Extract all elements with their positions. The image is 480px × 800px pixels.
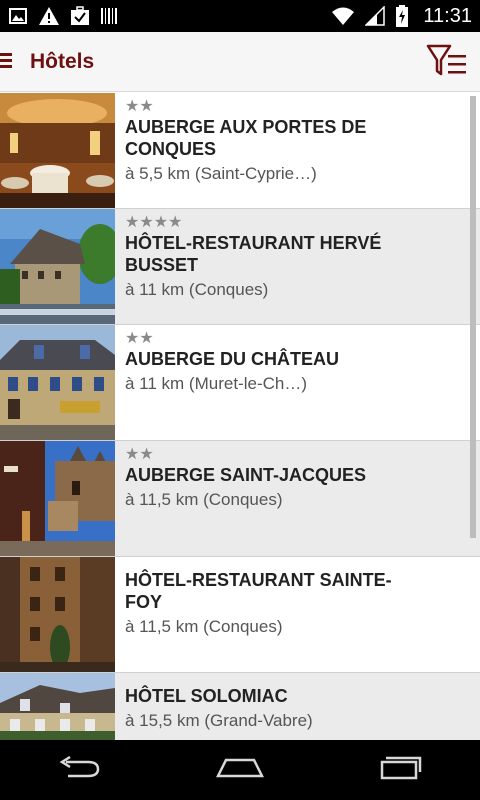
barcode-icon — [100, 6, 118, 26]
hotel-name: AUBERGE DU CHÂTEAU — [125, 349, 340, 369]
hotel-distance: à 15,5 km (Grand-Vabre) — [125, 711, 313, 730]
hotel-name: AUBERGE AUX PORTES DE CONQUES — [125, 117, 367, 159]
navigation-bar — [0, 740, 480, 800]
hotel-list[interactable]: ★★ AUBERGE AUX PORTES DE CONQUES à 5,5 k… — [0, 93, 480, 740]
hotel-distance: à 11 km (Muret-le-Ch…) — [125, 374, 307, 393]
filter-list-icon — [426, 44, 468, 86]
menu-icon — [0, 50, 14, 74]
recent-apps-icon — [378, 756, 422, 784]
hotel-photo — [0, 673, 115, 740]
hotel-distance: à 5,5 km (Saint-Cyprie…) — [125, 164, 317, 183]
home-icon — [215, 756, 265, 784]
filter-button[interactable] — [426, 42, 468, 82]
scrollbar[interactable] — [470, 96, 476, 538]
hotel-name: HÔTEL-RESTAURANT HERVÉ BUSSET — [125, 233, 382, 275]
list-item[interactable]: ★★ AUBERGE DU CHÂTEAU à 11 km (Muret-le-… — [0, 325, 480, 441]
hotel-photo — [0, 209, 115, 324]
hotel-photo — [0, 93, 115, 208]
hotel-name: AUBERGE SAINT-JACQUES — [125, 465, 367, 485]
hotel-distance: à 11,5 km (Conques) — [125, 617, 283, 636]
status-bar: 11:31 — [0, 0, 480, 32]
hotel-photo — [0, 441, 115, 556]
hotel-distance: à 11,5 km (Conques) — [125, 490, 283, 509]
list-item[interactable]: ★★★★ HÔTEL-RESTAURANT HERVÉ BUSSET à 11 … — [0, 209, 480, 325]
list-item[interactable]: HÔTEL-RESTAURANT SAINTE-FOY à 11,5 km (C… — [0, 557, 480, 673]
warning-icon — [38, 6, 60, 26]
hotel-distance: à 11 km (Conques) — [125, 280, 269, 299]
status-time: 11:31 — [423, 4, 472, 27]
hotel-name: HÔTEL SOLOMIAC — [125, 686, 288, 706]
home-button[interactable] — [200, 740, 280, 800]
system-icons: 11:31 — [331, 5, 472, 28]
app-bar: Hôtels — [0, 32, 480, 92]
briefcase-check-icon — [70, 6, 90, 26]
hotel-photo — [0, 557, 115, 672]
notification-icons — [8, 6, 118, 26]
wifi-icon — [331, 6, 355, 26]
hotel-photo — [0, 325, 115, 440]
signal-icon — [365, 6, 386, 26]
page-title: Hôtels — [30, 49, 95, 73]
star-rating: ★★ — [125, 96, 154, 115]
recent-apps-button[interactable] — [360, 740, 440, 800]
hotel-name: HÔTEL-RESTAURANT SAINTE-FOY — [125, 570, 392, 612]
battery-charging-icon — [395, 5, 409, 27]
menu-button[interactable] — [0, 32, 22, 92]
list-item[interactable]: ★★ AUBERGE AUX PORTES DE CONQUES à 5,5 k… — [0, 93, 480, 209]
star-rating: ★★★★ — [125, 212, 183, 231]
back-icon — [58, 755, 102, 784]
back-button[interactable] — [40, 740, 120, 800]
list-item[interactable]: ★★ AUBERGE SAINT-JACQUES à 11,5 km (Conq… — [0, 441, 480, 557]
star-rating: ★★ — [125, 444, 154, 463]
list-item[interactable]: HÔTEL SOLOMIAC à 15,5 km (Grand-Vabre) — [0, 673, 480, 740]
image-icon — [8, 6, 28, 26]
star-rating: ★★ — [125, 328, 154, 347]
